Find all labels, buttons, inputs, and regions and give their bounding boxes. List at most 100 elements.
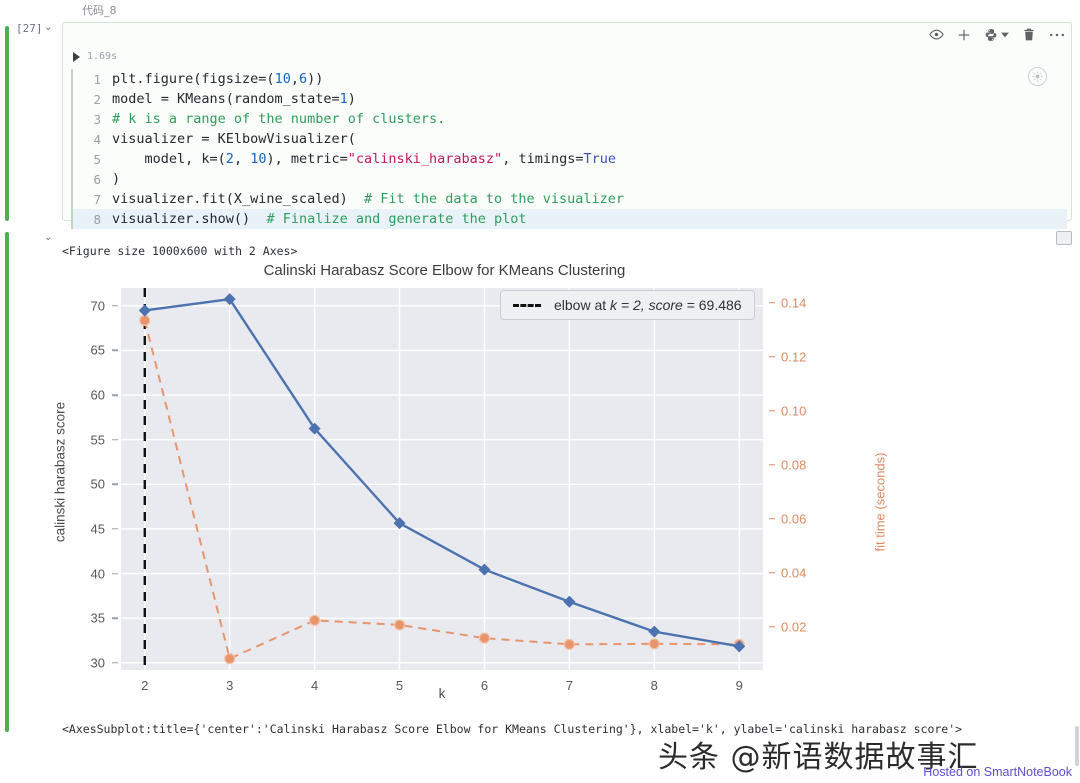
cell-label: 代码_8 (82, 4, 117, 17)
plot-svg (121, 288, 763, 670)
data-point-fit-time (393, 619, 406, 631)
legend-dashed-line-icon (513, 303, 541, 307)
y-axis-tick-mark-right (769, 410, 775, 412)
y-axis-tick-right: 0.10 (781, 403, 807, 419)
code-line-text: plt.figure(figsize=(10,6)) (112, 71, 324, 87)
x-axis-tick: 6 (480, 678, 489, 693)
y-axis-tick-left: 70 (90, 298, 105, 314)
code-cell-toolbar[interactable] (929, 27, 1065, 42)
series-line-fit-time (143, 320, 740, 661)
y-axis-tick-mark-left (112, 349, 118, 352)
output-text-figure-repr: <Figure size 1000x600 with 2 Axes> (62, 244, 298, 258)
y-axis-tick-mark-left (112, 662, 118, 664)
x-axis-tick: 4 (310, 678, 319, 693)
code-line[interactable]: 5 model, k=(2, 10), metric="calinski_har… (73, 149, 1067, 169)
code-line[interactable]: 3 # k is a range of the number of cluster… (73, 109, 1067, 129)
line-number: 2 (93, 91, 101, 107)
code-cell[interactable]: 1.69s 1 plt.figure(figsize=(10,6)) 2 mod… (62, 22, 1072, 229)
eye-icon[interactable] (929, 27, 944, 42)
y-axis-tick-mark-right (769, 356, 775, 358)
x-axis-tick: 3 (226, 678, 234, 693)
run-icon[interactable] (73, 51, 80, 62)
line-number: 1 (93, 71, 101, 87)
data-point-score (563, 595, 576, 608)
y-axis-tick-mark-left (112, 528, 118, 530)
data-point-fit-time (309, 614, 321, 626)
y-axis-label-right: fit time (seconds) (872, 452, 888, 552)
ellipsis-icon[interactable] (1049, 32, 1065, 38)
run-status[interactable]: 1.69s (73, 51, 117, 62)
code-line[interactable]: 2 model = KMeans(random_state=1) (73, 89, 1067, 109)
cell-run-indicator-output (5, 232, 9, 732)
data-point-fit-time (224, 653, 236, 665)
trash-icon[interactable] (1022, 27, 1036, 42)
y-axis-tick-mark-right (769, 572, 775, 574)
y-axis-tick-right: 0.08 (781, 457, 807, 473)
y-axis-tick-left: 60 (90, 387, 105, 403)
y-axis-tick-mark-right (769, 302, 775, 304)
code-line[interactable]: 8 visualizer.show() # Finalize and genera… (73, 209, 1067, 229)
y-axis-tick-mark-left (112, 394, 118, 396)
y-axis-tick-mark-left (112, 572, 118, 575)
code-line[interactable]: 1 plt.figure(figsize=(10,6)) (73, 69, 1067, 89)
code-editor[interactable]: 1 plt.figure(figsize=(10,6)) 2 model = KMea… (71, 69, 1067, 229)
line-number: 3 (93, 111, 101, 127)
x-axis-tick: 8 (650, 678, 658, 693)
y-axis-tick-left: 45 (90, 521, 105, 537)
data-point-fit-time (478, 632, 491, 644)
y-axis-tick-mark-left (112, 305, 118, 307)
data-point-score (223, 293, 236, 306)
code-line-text: visualizer = KElbowVisualizer( (112, 131, 356, 147)
execution-count: [27] (16, 22, 43, 35)
code-line[interactable]: 6) (73, 169, 1067, 189)
y-axis-tick-right: 0.14 (781, 295, 807, 311)
x-axis-tick: 9 (735, 678, 743, 693)
y-axis-tick-left: 35 (90, 610, 105, 626)
chevron-down-icon[interactable] (1001, 31, 1009, 39)
code-line-text: # k is a range of the number of clusters… (112, 111, 446, 127)
line-number: 6 (93, 171, 101, 187)
chart-legend: elbow at k = 2, score = 69.486 (500, 290, 755, 320)
data-point-fit-time (648, 638, 660, 650)
x-axis-label: k (438, 686, 446, 701)
y-axis-tick-left: 65 (90, 342, 105, 358)
y-axis-tick-mark-left (112, 483, 118, 486)
code-line[interactable]: 4 visualizer = KElbowVisualizer( (73, 129, 1067, 149)
output-collapse-caret[interactable]: ⌄ (44, 232, 52, 243)
y-axis-tick-mark-right (769, 464, 775, 466)
legend-label: elbow at k = 2, score = 69.486 (554, 297, 742, 313)
code-line-text: visualizer.show() # Finalize and generat… (112, 211, 527, 227)
data-point-score (648, 625, 661, 638)
hosted-label: Hosted on SmartNoteBook (923, 765, 1072, 779)
x-axis-tick: 5 (395, 678, 404, 693)
chart-title: Calinski Harabasz Score Elbow for KMeans… (263, 262, 626, 279)
y-axis-tick-right: 0.04 (781, 565, 807, 581)
code-line[interactable]: 7 visualizer.fit(X_wine_scaled) # Fit the… (73, 189, 1067, 209)
code-line-text: ) (112, 171, 121, 187)
y-axis-tick-right: 0.06 (781, 511, 807, 527)
y-axis-tick-right: 0.02 (781, 619, 807, 635)
python-kernel-icon[interactable] (984, 28, 1009, 42)
y-axis-label-left: calinski harabasz score (52, 401, 68, 543)
y-axis-tick-mark-left (112, 438, 118, 441)
y-axis-tick-left: 55 (90, 432, 105, 448)
code-line-text: model, k=(2, 10), metric="calinski_harab… (112, 151, 616, 167)
y-axis-tick-left: 50 (90, 476, 105, 492)
cell-run-indicator-code (5, 26, 9, 221)
y-axis-tick-right: 0.12 (781, 349, 807, 365)
x-axis-tick: 2 (141, 678, 149, 693)
series-line-score (144, 297, 740, 648)
cell-collapse-caret[interactable]: ⌄ (44, 22, 52, 33)
y-axis-tick-mark-right (769, 626, 775, 628)
plus-icon[interactable] (957, 28, 971, 42)
page-scrollbar[interactable] (1075, 726, 1079, 766)
line-number: 5 (93, 151, 101, 167)
matplotlib-figure: Calinski Harabasz Score Elbow for KMeans… (53, 262, 892, 712)
output-collapse-button[interactable] (1056, 231, 1072, 245)
y-axis-tick-mark-right (769, 518, 775, 520)
x-axis-tick: 7 (565, 678, 573, 693)
y-axis-tick-left: 40 (90, 566, 105, 582)
line-number: 8 (93, 211, 101, 227)
data-point-fit-time (139, 314, 151, 326)
data-point-fit-time (563, 638, 575, 650)
